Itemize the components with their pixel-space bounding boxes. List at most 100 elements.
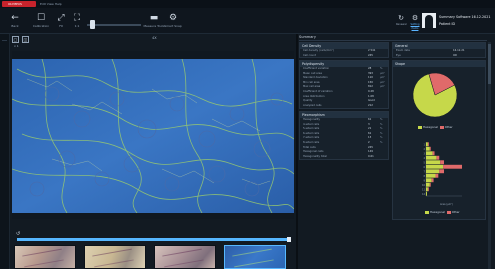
bar-hexagonal-8 — [426, 173, 436, 178]
row-label: Standard deviation — [303, 76, 328, 80]
row-label: 5-sided cells — [303, 127, 320, 131]
pleomorphism-section: Pleomorphism Hexagonality 61% 4-sided cel… — [299, 111, 389, 160]
row-value: 245 — [368, 53, 373, 57]
summary-row: Hexagonality total 0.61 — [300, 155, 388, 160]
thumbnail-4-selected[interactable] — [224, 245, 286, 269]
row-label: Max cell area — [303, 85, 321, 89]
row-value: 212 — [368, 103, 373, 107]
y-tick-label: 7 — [423, 170, 425, 173]
row-label: Coefficient variation — [303, 67, 330, 70]
row-label: Eye — [396, 53, 401, 57]
thumbnail-3[interactable] — [154, 245, 216, 269]
legend-hexagonal: Hexagonal — [423, 125, 438, 129]
row-label: Cell count — [303, 53, 316, 57]
summary-scrollbar[interactable] — [488, 42, 491, 269]
title-bar: OLYMPUS Edit View Help — [0, 0, 495, 8]
bar-other-1 — [427, 142, 429, 147]
left-rail — [0, 34, 10, 269]
user-name: Summary Software 16.12.2021 — [439, 15, 491, 19]
cell-density-section: Cell Density Cell density (cells/mm²) 2 5… — [299, 42, 389, 58]
bar-hexagonal-11 — [426, 187, 428, 192]
renewal-label: Renewal — [396, 23, 407, 26]
row-label: 8-sided cells — [303, 140, 320, 144]
thumbnail-1[interactable] — [14, 245, 76, 269]
general-section: General Exam date 16.12.21 Eye OD — [392, 42, 486, 58]
row-label: Analyzed cells — [303, 103, 322, 107]
bar-hexagonal-10 — [426, 182, 430, 187]
summary-row: Eye OD — [393, 54, 485, 59]
back-button[interactable]: ← Back — [6, 13, 24, 31]
bar-other-10 — [429, 182, 431, 187]
one-to-one-button[interactable]: ⛶ 1:1 — [68, 13, 86, 31]
summary-row: Cell count 245 — [300, 54, 388, 59]
calibration-button[interactable]: ☐ Calibration — [32, 13, 50, 31]
image-horizontal-scrollbar[interactable] — [17, 237, 291, 242]
thumbnail-2[interactable] — [84, 245, 146, 269]
legend-swatch-hexagonal — [418, 125, 422, 129]
bar-hexagonal-12 — [426, 191, 427, 196]
calibration-label: Calibration — [32, 24, 50, 28]
legend-other: Other — [444, 125, 453, 129]
app-brand-logo: OLYMPUS — [2, 1, 36, 7]
row-label: Area distribution — [303, 94, 325, 98]
row-label: Hexagonality total — [303, 154, 327, 158]
microscopy-image-viewer[interactable] — [12, 51, 294, 219]
bar-hexagonal-3 — [426, 151, 433, 156]
measure-tools-button[interactable]: ▬ Measure Tools — [143, 13, 165, 31]
settings-icon: ⚙ — [411, 14, 419, 22]
hexagonality-pie-chart — [412, 72, 458, 118]
summary-divider — [299, 40, 487, 41]
bar-other-2 — [429, 146, 431, 151]
main-toolbar: ← Back ☐ Calibration ⤢ Fit ⛶ 1:1 ▬ Measu… — [0, 8, 495, 34]
bar-other-8 — [435, 173, 439, 178]
y-tick-label: 1 — [423, 143, 425, 146]
y-tick-label: 9 — [423, 179, 425, 182]
scrollbar-handle[interactable] — [287, 237, 291, 242]
bar-hexagonal-1 — [426, 142, 428, 147]
area-histogram-chart: 123456789101112 — [422, 142, 462, 197]
renewal-button[interactable]: ↻ Renewal — [396, 13, 407, 31]
legend-swatch-other — [446, 210, 451, 214]
legend-swatch-other — [439, 125, 444, 129]
y-tick-label: 6 — [423, 166, 425, 169]
row-label: Total cells — [303, 145, 316, 149]
legend-other: Other — [451, 210, 460, 214]
setting-items-button[interactable]: ⚙ Setting items — [410, 13, 420, 31]
view-single-button[interactable]: ▢ — [12, 36, 19, 43]
histogram-x-label: Area (µm²) — [440, 203, 453, 206]
smart-snap-label: Smart Snap — [164, 24, 182, 28]
thumbnail-strip — [14, 245, 294, 269]
summary-scroll-thumb[interactable] — [488, 44, 491, 84]
bar-other-9 — [431, 178, 434, 183]
polydispersity-section: Polydispersity Coefficient variation 28% … — [299, 60, 389, 109]
legend-swatch-hexagonal — [425, 210, 429, 214]
y-tick-label: 12 — [422, 193, 426, 196]
smart-snap-button[interactable]: ⚙ Smart Snap — [163, 13, 183, 31]
rail-divider — [2, 40, 7, 41]
histogram-legend: Hexagonal Other — [425, 210, 460, 214]
panel-divider — [296, 34, 298, 269]
one-to-one-label: 1:1 — [74, 24, 80, 28]
bar-hexagonal-4 — [426, 155, 437, 160]
zoom-slider[interactable] — [87, 20, 141, 29]
pie-legend: Hexagonal Other — [418, 125, 453, 129]
y-tick-label: 10 — [422, 184, 426, 187]
menu-bar[interactable]: Edit View Help — [40, 1, 62, 7]
summary-title: Summary — [299, 35, 316, 39]
row-label: Mean cell area — [303, 71, 322, 75]
calibration-icon: ☐ — [36, 13, 46, 23]
summary-row: Analyzed cells 212 — [300, 104, 388, 109]
bar-hexagonal-5 — [426, 160, 441, 165]
y-tick-label: 8 — [423, 175, 425, 178]
zoom-slider-handle[interactable] — [89, 20, 95, 29]
rotate-icon[interactable]: ↺ — [16, 231, 20, 237]
shape-header: Shape — [393, 61, 485, 67]
fullscreen-icon: ⛶ — [73, 13, 81, 23]
bar-hexagonal-2 — [426, 146, 430, 151]
bar-other-6 — [443, 164, 462, 169]
gear-icon: ⚙ — [168, 13, 178, 23]
view-split-button[interactable]: ◫ — [22, 36, 29, 43]
patient-id: Patient ID — [439, 22, 456, 26]
row-label: Hexagonality — [303, 118, 321, 121]
zoom-level: 4X — [152, 36, 157, 40]
